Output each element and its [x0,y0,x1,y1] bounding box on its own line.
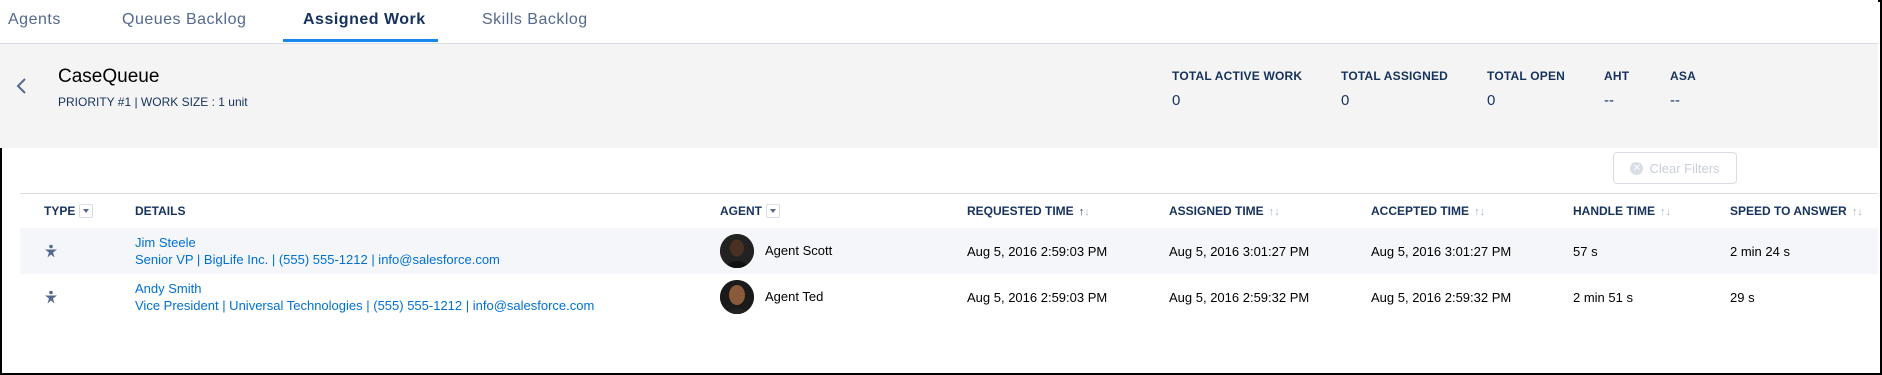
column-type-label: TYPE [44,204,76,218]
agent-name: Agent Scott [765,243,833,258]
column-header-speed-to-answer[interactable]: SPEED TO ANSWER ↑↓ [1730,204,1863,218]
stat-total-open-value: 0 [1487,92,1496,109]
column-header-details: DETAILS [135,204,186,218]
assigned-time: Aug 5, 2016 2:59:32 PM [1169,290,1310,305]
tab-queues-backlog[interactable]: Queues Backlog [122,11,246,29]
sort-arrows-icon[interactable]: ↑↓ [1471,206,1485,218]
type-filter-dropdown-icon[interactable] [79,203,94,218]
column-header-type[interactable]: TYPE [44,203,94,219]
clear-filters-label: Clear Filters [1649,160,1720,176]
column-agent-label: AGENT [720,204,762,218]
queue-header [0,44,1878,148]
speed-to-answer: 2 min 24 s [1730,244,1790,259]
case-type-icon [45,290,57,304]
queue-name: CaseQueue [58,66,160,87]
table-row: Andy Smith Vice President | Universal Te… [20,274,1878,320]
contact-name-link[interactable]: Jim Steele [135,235,196,250]
back-chevron-icon[interactable] [14,76,30,96]
agent-avatar [720,234,754,268]
stat-aht-label: AHT [1604,69,1630,83]
column-header-requested-time[interactable]: REQUESTED TIME ↑↓ [967,204,1090,218]
stat-total-active-work-value: 0 [1172,92,1181,109]
table-row: Jim Steele Senior VP | BigLife Inc. | (5… [20,228,1878,275]
table-header: TYPE DETAILS AGENT REQUESTED TIME ↑↓ ASS… [20,193,1878,229]
contact-details[interactable]: Senior VP | BigLife Inc. | (555) 555-121… [135,252,500,267]
clear-filters-button[interactable]: ✕ Clear Filters [1613,152,1737,184]
column-header-handle-time[interactable]: HANDLE TIME ↑↓ [1573,204,1671,218]
stat-total-assigned-label: TOTAL ASSIGNED [1341,69,1449,83]
column-speed-label: SPEED TO ANSWER [1730,204,1847,218]
column-assigned-label: ASSIGNED TIME [1169,204,1264,218]
column-requested-label: REQUESTED TIME [967,204,1074,218]
handle-time: 2 min 51 s [1573,290,1633,305]
stat-aht-value: -- [1604,92,1614,109]
accepted-time: Aug 5, 2016 3:01:27 PM [1371,244,1512,259]
column-header-accepted-time[interactable]: ACCEPTED TIME ↑↓ [1371,204,1485,218]
accepted-time: Aug 5, 2016 2:59:32 PM [1371,290,1512,305]
active-tab-indicator [283,39,438,42]
agent-avatar [720,280,754,314]
contact-name-link[interactable]: Andy Smith [135,281,201,296]
tab-bar: Agents Queues Backlog Assigned Work Skil… [0,0,1878,44]
sort-arrows-icon[interactable]: ↑↓ [1849,206,1863,218]
agent-filter-dropdown-icon[interactable] [766,203,780,218]
tab-agents[interactable]: Agents [8,11,61,29]
requested-time: Aug 5, 2016 2:59:03 PM [967,290,1108,305]
stat-asa-label: ASA [1670,69,1696,83]
column-accepted-label: ACCEPTED TIME [1371,204,1470,218]
handle-time: 57 s [1573,244,1598,259]
tab-skills-backlog[interactable]: Skills Backlog [482,11,588,29]
requested-time: Aug 5, 2016 2:59:03 PM [967,244,1108,259]
queue-meta: PRIORITY #1 | WORK SIZE : 1 unit [58,95,248,109]
sort-arrows-icon[interactable]: ↑↓ [1266,206,1280,218]
case-type-icon [45,244,57,258]
tab-assigned-work[interactable]: Assigned Work [303,11,426,29]
stat-asa-value: -- [1670,92,1680,109]
sort-arrows-icon[interactable]: ↑↓ [1076,206,1090,218]
agent-name: Agent Ted [765,289,824,304]
column-handle-label: HANDLE TIME [1573,204,1655,218]
column-header-agent[interactable]: AGENT [720,203,780,219]
assigned-time: Aug 5, 2016 3:01:27 PM [1169,244,1310,259]
contact-details[interactable]: Vice President | Universal Technologies … [135,298,594,313]
sort-arrows-icon[interactable]: ↑↓ [1657,206,1671,218]
stat-total-open-label: TOTAL OPEN [1487,69,1566,83]
column-header-assigned-time[interactable]: ASSIGNED TIME ↑↓ [1169,204,1280,218]
speed-to-answer: 29 s [1730,290,1755,305]
stat-total-active-work-label: TOTAL ACTIVE WORK [1172,69,1303,83]
close-circle-icon: ✕ [1630,161,1644,175]
stat-total-assigned-value: 0 [1341,92,1350,109]
